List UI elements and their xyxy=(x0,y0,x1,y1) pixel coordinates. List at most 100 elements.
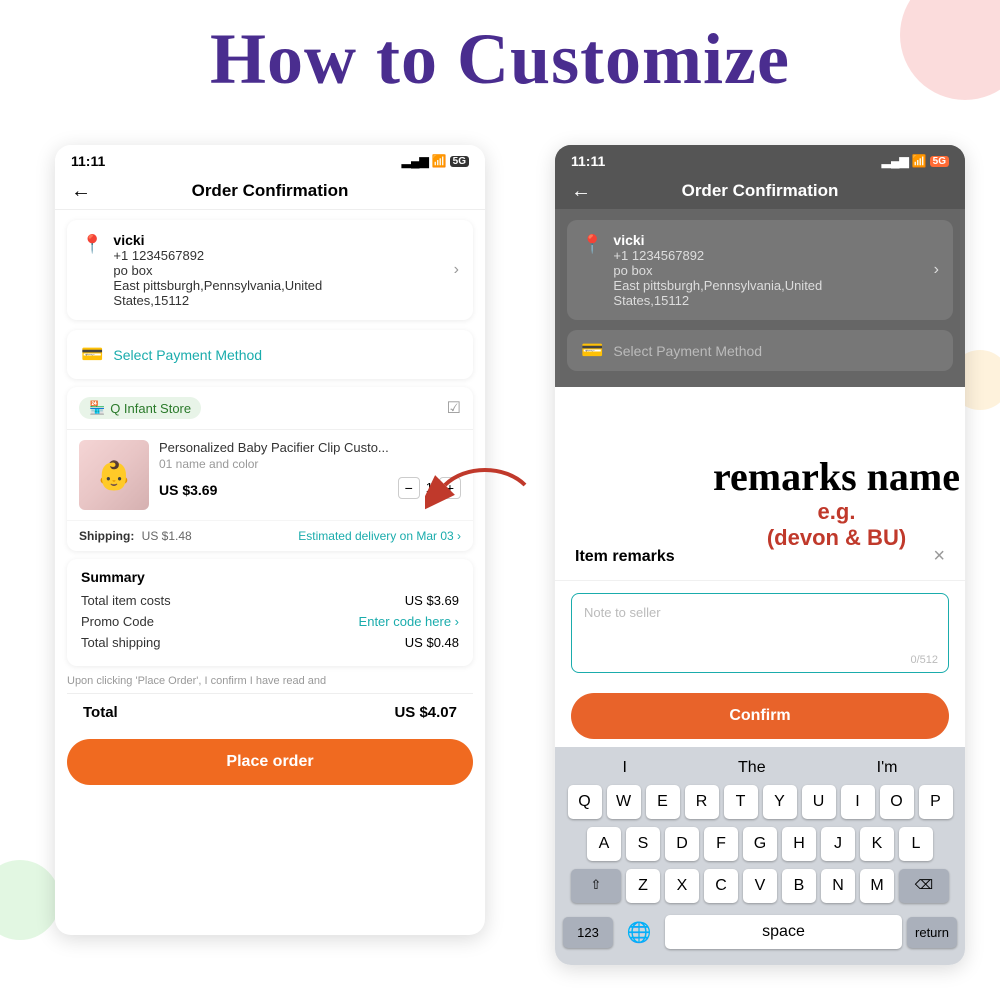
key-c[interactable]: C xyxy=(704,869,738,903)
key-o[interactable]: O xyxy=(880,785,914,819)
key-space[interactable]: space xyxy=(665,915,902,949)
key-e[interactable]: E xyxy=(646,785,680,819)
wifi-icon-right: 📶 xyxy=(912,154,927,168)
key-i[interactable]: I xyxy=(841,785,875,819)
product-image-left: 👶 xyxy=(79,440,149,510)
total-bar-left: Total US $4.07 xyxy=(67,693,473,731)
address-line3-left: States,15112 xyxy=(113,293,443,308)
keyboard-bottom-row: 123 🌐 space return xyxy=(559,911,961,961)
right-phone-screenshot: 11:11 ▂▄▆ 📶 5G ← Order Confirmation 📍 vi… xyxy=(555,145,965,965)
note-input-container[interactable]: Note to seller 0/512 xyxy=(571,593,949,673)
product-details-left: Personalized Baby Pacifier Clip Custo...… xyxy=(159,440,461,499)
globe-icon[interactable]: 🌐 xyxy=(618,911,660,953)
key-s[interactable]: S xyxy=(626,827,660,861)
shipping-label-left: Shipping: xyxy=(79,529,134,543)
qty-minus-left[interactable]: − xyxy=(398,477,420,499)
summary-section-left: Summary Total item costs US $3.69 Promo … xyxy=(67,559,473,666)
key-x[interactable]: X xyxy=(665,869,699,903)
key-delete[interactable]: ⌫ xyxy=(899,869,949,903)
key-g[interactable]: G xyxy=(743,827,777,861)
store-badge-left[interactable]: 🏪 Q Infant Store xyxy=(79,397,201,419)
address-card-left[interactable]: 📍 vicki +1 1234567892 po box East pittsb… xyxy=(67,220,473,320)
total-shipping-value: US $0.48 xyxy=(405,635,459,650)
key-l[interactable]: L xyxy=(899,827,933,861)
annotation-name-text: remarks name xyxy=(713,455,960,499)
key-f[interactable]: F xyxy=(704,827,738,861)
address-line3-right: States,15112 xyxy=(613,293,923,308)
keyboard-row-1: Q W E R T Y U I O P xyxy=(559,785,961,819)
key-d[interactable]: D xyxy=(665,827,699,861)
total-shipping-label: Total shipping xyxy=(81,635,161,650)
total-value-left: US $4.07 xyxy=(394,704,457,721)
store-name-left: Q Infant Store xyxy=(110,401,191,416)
shipping-row-left: Shipping: US $1.48 Estimated delivery on… xyxy=(67,520,473,551)
summary-row-promo[interactable]: Promo Code Enter code here › xyxy=(81,614,459,629)
address-line2-left: East pittsburgh,Pennsylvania,United xyxy=(113,278,443,293)
suggestion-i[interactable]: I xyxy=(623,759,627,777)
product-row-left: 👶 Personalized Baby Pacifier Clip Custo.… xyxy=(67,430,473,520)
page-header-left: ← Order Confirmation xyxy=(55,173,485,210)
back-button-left[interactable]: ← xyxy=(71,180,91,203)
header-title-left: Order Confirmation xyxy=(192,181,349,201)
key-v[interactable]: V xyxy=(743,869,777,903)
key-r[interactable]: R xyxy=(685,785,719,819)
network-icon-left: 5G xyxy=(450,156,469,167)
left-phone-screenshot: 11:11 ▂▄▆ 📶 5G ← Order Confirmation 📍 vi… xyxy=(55,145,485,935)
keyboard-row-3: ⇧ Z X C V B N M ⌫ xyxy=(559,869,961,903)
confirm-button[interactable]: Confirm xyxy=(571,693,949,739)
instructional-arrow xyxy=(425,455,545,515)
promo-label: Promo Code xyxy=(81,614,154,629)
summary-row-item-costs: Total item costs US $3.69 xyxy=(81,593,459,608)
key-z[interactable]: Z xyxy=(626,869,660,903)
address-chevron-left: › xyxy=(454,261,459,279)
payment-label-left: Select Payment Method xyxy=(113,347,262,363)
key-k[interactable]: K xyxy=(860,827,894,861)
shipping-delivery-left: Estimated delivery on Mar 03 › xyxy=(298,529,461,543)
promo-value[interactable]: Enter code here › xyxy=(359,614,459,629)
product-price-left: US $3.69 xyxy=(159,482,217,498)
back-button-right[interactable]: ← xyxy=(571,180,591,203)
address-phone-left: +1 1234567892 xyxy=(113,248,443,263)
key-y[interactable]: Y xyxy=(763,785,797,819)
address-content-left: vicki +1 1234567892 po box East pittsbur… xyxy=(113,232,443,308)
status-icons-right: ▂▄▆ 📶 5G xyxy=(882,154,949,168)
address-line1-left: po box xyxy=(113,263,443,278)
payment-icon-left: 💳 xyxy=(81,344,103,365)
key-123[interactable]: 123 xyxy=(563,917,613,948)
suggestion-im[interactable]: I'm xyxy=(877,759,898,777)
address-chevron-right: › xyxy=(934,261,939,279)
key-t[interactable]: T xyxy=(724,785,758,819)
key-b[interactable]: B xyxy=(782,869,816,903)
signal-icon-right: ▂▄▆ xyxy=(882,154,909,168)
key-j[interactable]: J xyxy=(821,827,855,861)
address-card-right[interactable]: 📍 vicki +1 1234567892 po box East pittsb… xyxy=(567,220,953,320)
key-w[interactable]: W xyxy=(607,785,641,819)
key-q[interactable]: Q xyxy=(568,785,602,819)
suggestion-the[interactable]: The xyxy=(738,759,766,777)
legal-text-left: Upon clicking 'Place Order', I confirm I… xyxy=(67,674,473,689)
wifi-icon-left: 📶 xyxy=(432,154,447,168)
status-bar-right: 11:11 ▂▄▆ 📶 5G xyxy=(555,145,965,173)
payment-card-right[interactable]: 💳 Select Payment Method xyxy=(567,330,953,371)
key-m[interactable]: M xyxy=(860,869,894,903)
place-order-button[interactable]: Place order xyxy=(67,739,473,785)
annotation-eg-text: e.g. xyxy=(713,499,960,525)
key-n[interactable]: N xyxy=(821,869,855,903)
payment-card-left[interactable]: 💳 Select Payment Method xyxy=(67,330,473,379)
address-line2-right: East pittsburgh,Pennsylvania,United xyxy=(613,278,923,293)
store-header-left: 🏪 Q Infant Store ☑ xyxy=(67,387,473,430)
key-a[interactable]: A xyxy=(587,827,621,861)
address-phone-right: +1 1234567892 xyxy=(613,248,923,263)
address-line1-right: po box xyxy=(613,263,923,278)
key-p[interactable]: P xyxy=(919,785,953,819)
store-note-icon-left[interactable]: ☑ xyxy=(447,398,461,418)
key-h[interactable]: H xyxy=(782,827,816,861)
total-label-left: Total xyxy=(83,704,118,721)
status-bar-left: 11:11 ▂▄▆ 📶 5G xyxy=(55,145,485,173)
location-icon-left: 📍 xyxy=(81,234,103,255)
key-return[interactable]: return xyxy=(907,917,957,948)
key-u[interactable]: U xyxy=(802,785,836,819)
key-shift[interactable]: ⇧ xyxy=(571,869,621,903)
page-title: How to Customize xyxy=(0,18,1000,101)
annotation-example-text: (devon & BU) xyxy=(713,525,960,551)
